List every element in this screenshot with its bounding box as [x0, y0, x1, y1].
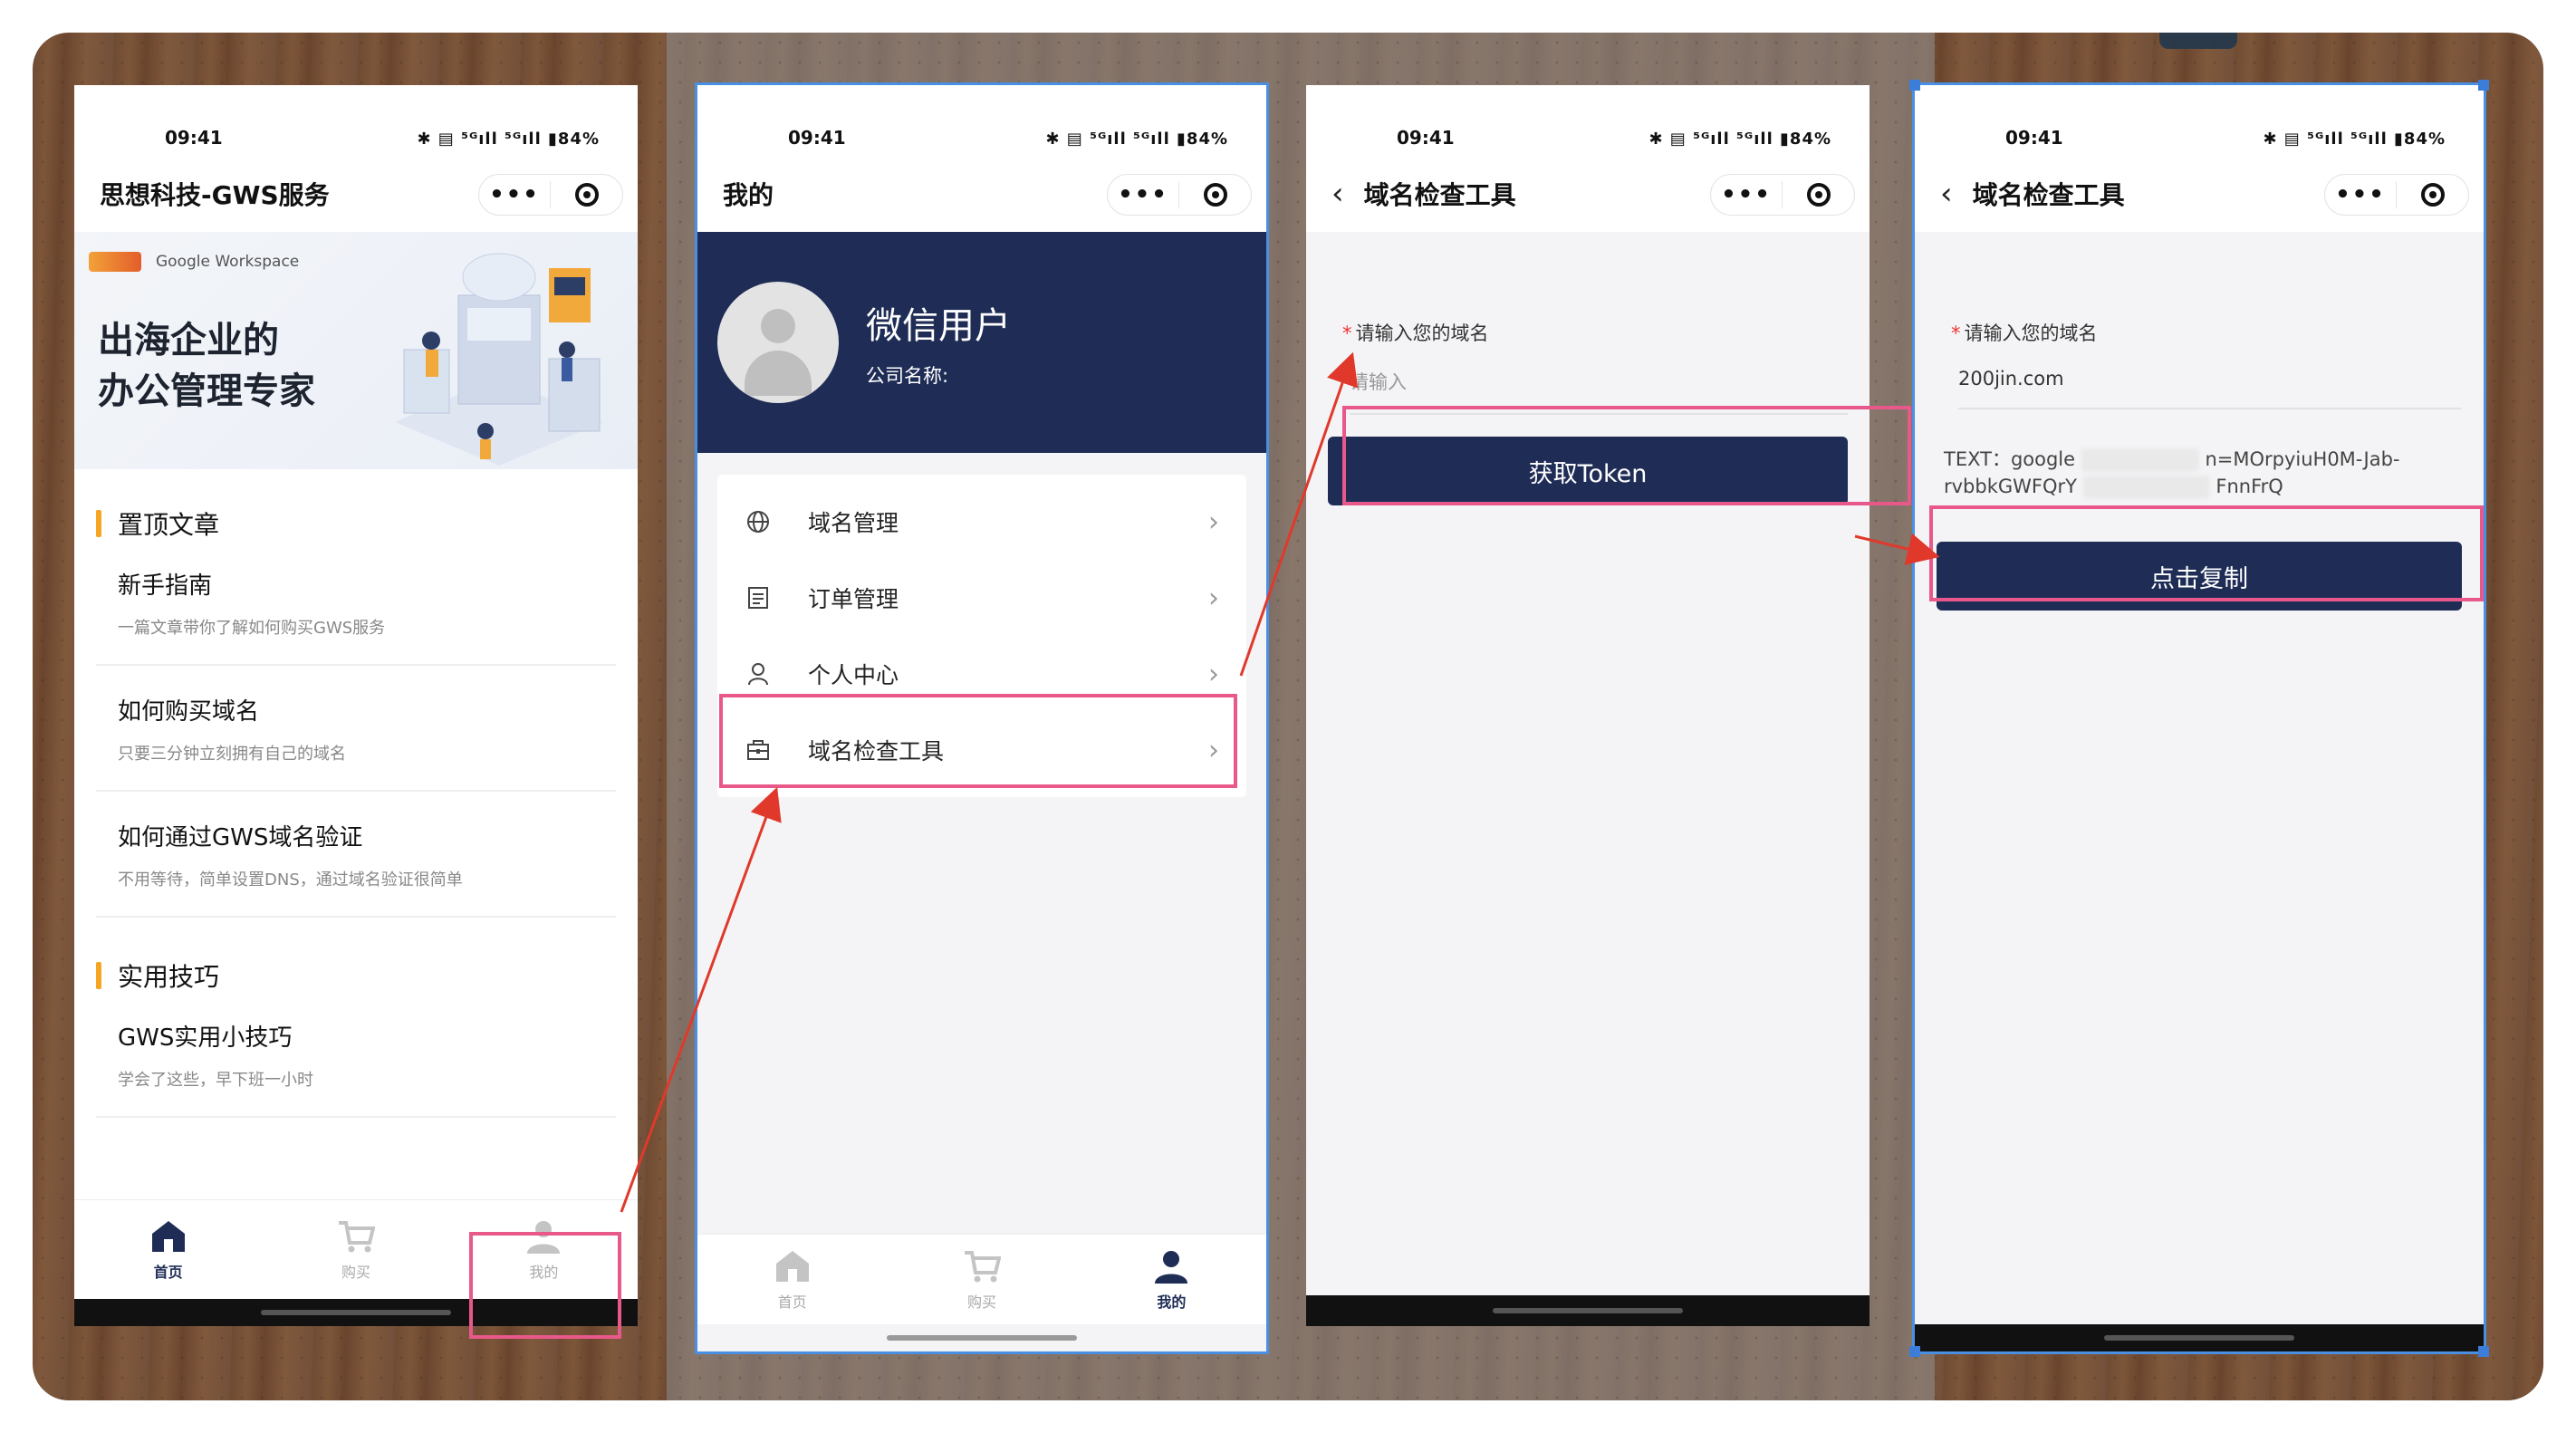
flow-arrows — [620, 351, 1940, 1213]
presentation-canvas: 09:41 ✱ ▤ ⁵ᴳıll ⁵ᴳıll ▮84% 思想科技-GWS服务 ••… — [33, 33, 2543, 1400]
